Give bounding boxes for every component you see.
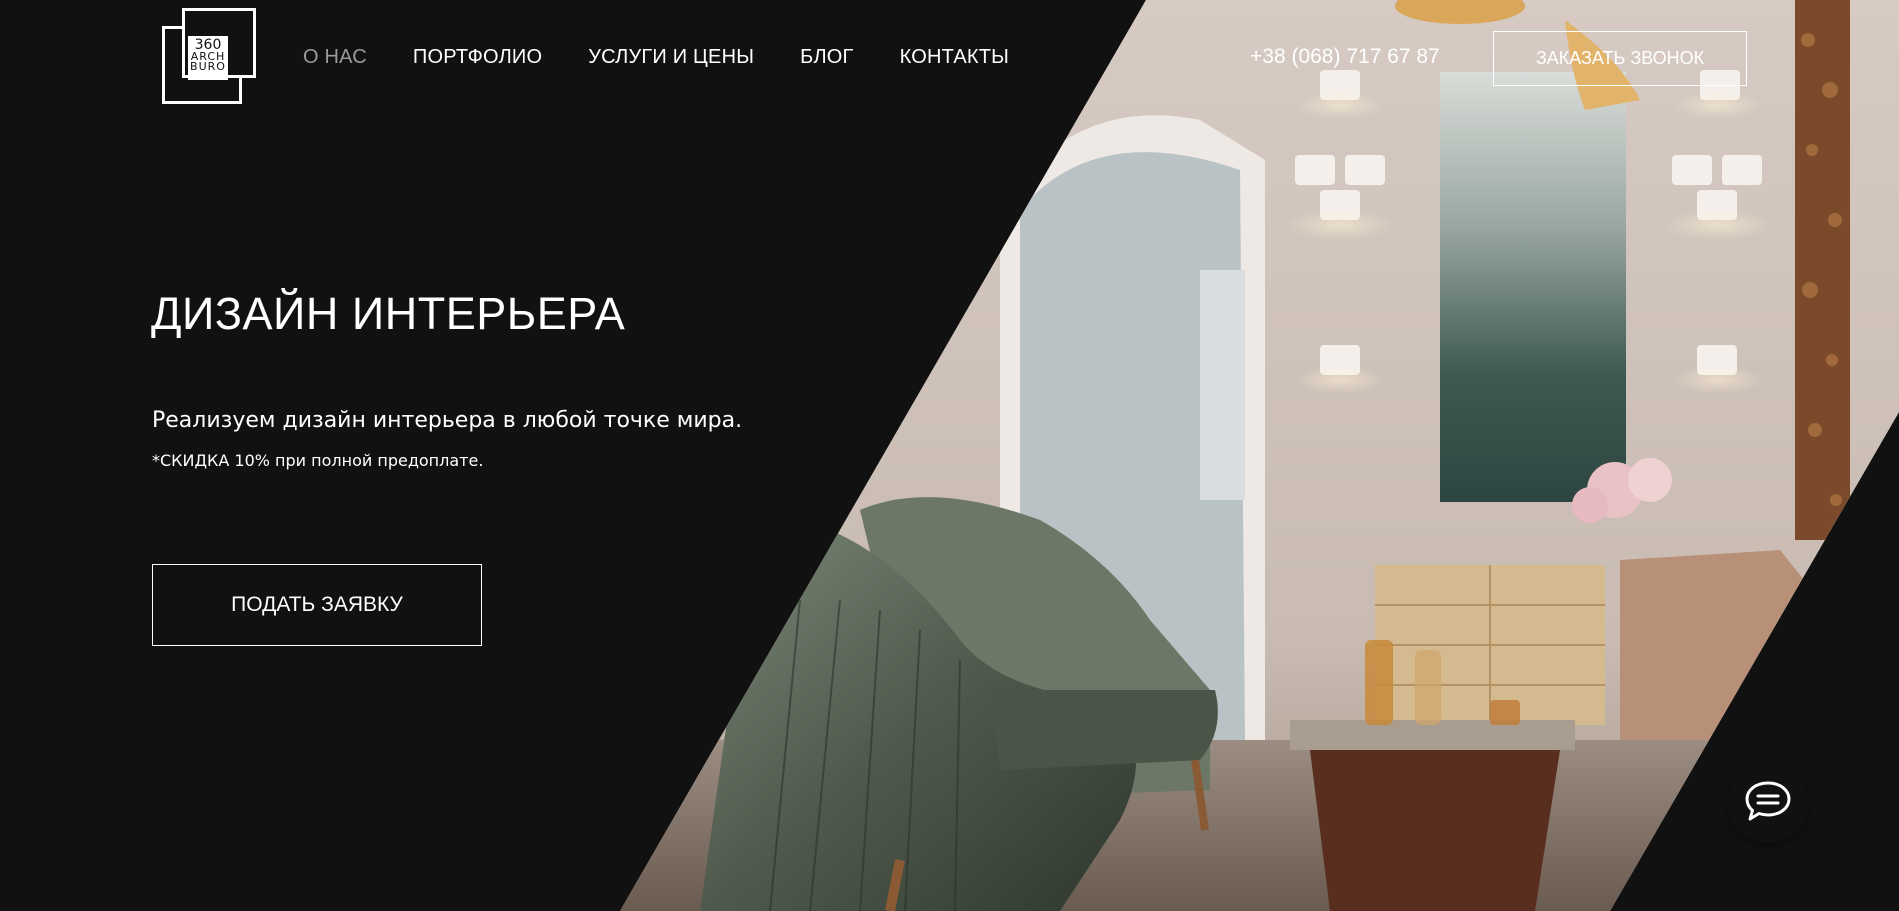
hero-title: ДИЗАЙН ИНТЕРЬЕРА	[151, 288, 626, 339]
nav-item-services[interactable]: УСЛУГИ И ЦЕНЫ	[588, 46, 754, 69]
logo-line-3: BURO	[190, 60, 226, 73]
logo-wordmark: 360 ARCH BURO	[188, 36, 228, 80]
order-call-button[interactable]: ЗАКАЗАТЬ ЗВОНОК	[1493, 31, 1747, 86]
nav-item-about[interactable]: О НАС	[303, 46, 367, 69]
hero-discount-note: *СКИДКА 10% при полной предоплате.	[152, 451, 484, 470]
nav-item-blog[interactable]: БЛОГ	[800, 46, 853, 69]
main-nav: О НАС ПОРТФОЛИО УСЛУГИ И ЦЕНЫ БЛОГ КОНТА…	[303, 46, 1009, 69]
page: 360 ARCH BURO О НАС ПОРТФОЛИО УСЛУГИ И Ц…	[0, 0, 1899, 911]
nav-item-portfolio[interactable]: ПОРТФОЛИО	[413, 46, 542, 69]
nav-item-contacts[interactable]: КОНТАКТЫ	[900, 46, 1010, 69]
logo[interactable]: 360 ARCH BURO	[158, 6, 256, 104]
phone-number[interactable]: +38 (068) 717 67 87	[1250, 45, 1440, 69]
chat-bubble-icon	[1745, 781, 1791, 821]
chat-widget-button[interactable]	[1727, 761, 1809, 843]
hero-subtitle: Реализуем дизайн интерьера в любой точке…	[152, 408, 743, 433]
submit-request-button[interactable]: ПОДАТЬ ЗАЯВКУ	[152, 564, 482, 646]
